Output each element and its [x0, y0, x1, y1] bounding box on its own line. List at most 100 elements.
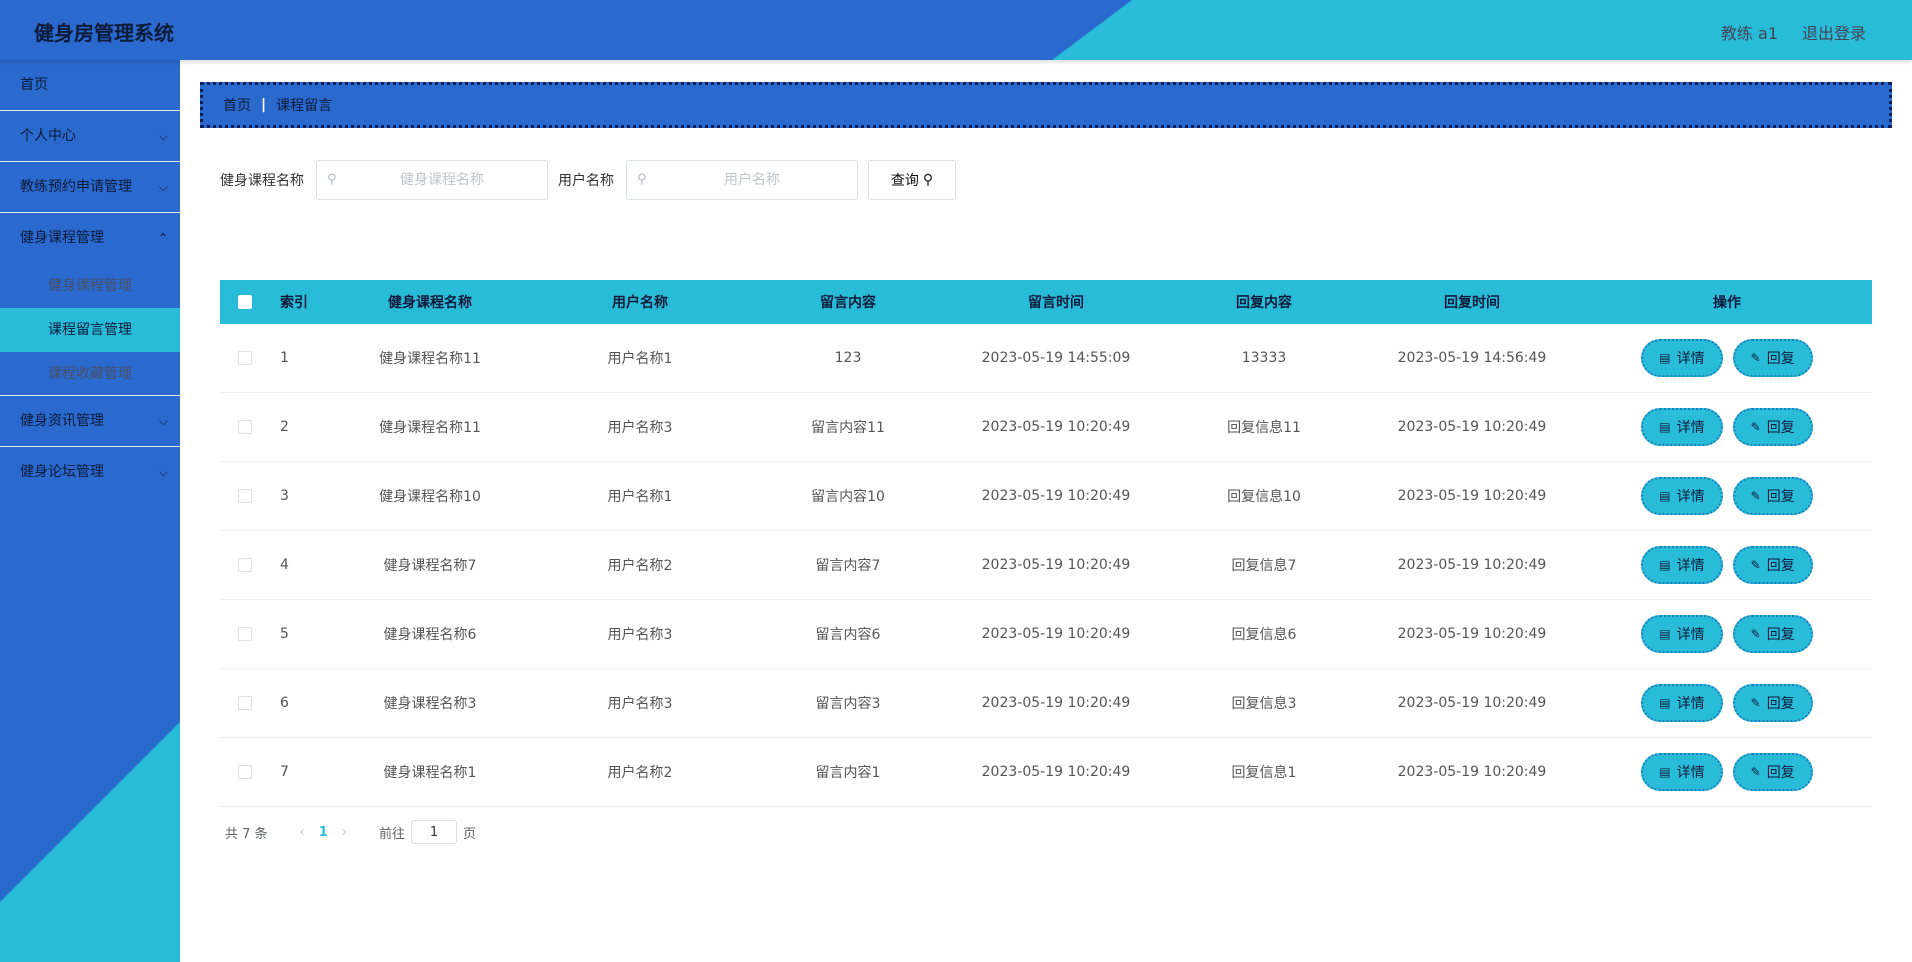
row-checkbox[interactable]	[238, 351, 252, 365]
sidebar-item-label: 健身论坛管理	[20, 464, 104, 480]
current-user: 教练 a1	[1720, 24, 1778, 43]
detail-button-label: 详情	[1676, 627, 1705, 643]
sidebar-item-news-management[interactable]: 健身资讯管理 ⌵	[0, 396, 180, 447]
row-actions: ▤ 详情 ✎ 回复	[1582, 753, 1872, 791]
row-reply-time: 2023-05-19 10:20:49	[1397, 419, 1547, 435]
edit-icon: ✎	[1750, 351, 1761, 365]
reply-button[interactable]: ✎ 回复	[1732, 684, 1813, 722]
document-icon: ▤	[1659, 351, 1671, 365]
header-content: 留言内容	[820, 295, 876, 311]
select-all-checkbox[interactable]	[238, 295, 252, 309]
header-user: 用户名称	[612, 295, 668, 311]
table-row: 2 健身课程名称11 用户名称3 留言内容11 2023-05-19 10:20:49 回…	[220, 393, 1872, 462]
row-reply: 回复信息1	[1231, 765, 1297, 781]
row-user: 用户名称1	[607, 489, 673, 505]
reply-button-label: 回复	[1766, 765, 1795, 781]
prev-page-icon[interactable]: ‹	[300, 825, 305, 840]
submenu-item-course-comments[interactable]: 课程留言管理	[0, 308, 180, 352]
detail-button[interactable]: ▤ 详情	[1641, 339, 1723, 377]
reply-button[interactable]: ✎ 回复	[1732, 339, 1813, 377]
reply-button[interactable]: ✎ 回复	[1732, 408, 1813, 446]
header-index: 索引	[280, 295, 308, 311]
sidebar-item-forum-management[interactable]: 健身论坛管理 ⌵	[0, 447, 180, 498]
submenu-item-course-list[interactable]: 健身课程管理	[0, 264, 180, 308]
row-time: 2023-05-19 10:20:49	[981, 764, 1131, 780]
logout-link[interactable]: 退出登录	[1802, 20, 1866, 44]
row-reply: 回复信息7	[1231, 558, 1297, 574]
breadcrumb-current: 课程留言	[276, 98, 333, 114]
reply-button-label: 回复	[1766, 489, 1795, 505]
sidebar-item-personal-center[interactable]: 个人中心 ⌵	[0, 111, 180, 162]
row-user: 用户名称3	[607, 696, 673, 712]
row-reply-time: 2023-05-19 10:20:49	[1397, 488, 1547, 504]
row-checkbox[interactable]	[238, 765, 252, 779]
reply-button[interactable]: ✎ 回复	[1732, 546, 1813, 584]
detail-button[interactable]: ▤ 详情	[1641, 615, 1723, 653]
row-checkbox[interactable]	[238, 627, 252, 641]
document-icon: ▤	[1659, 420, 1671, 434]
next-page-icon[interactable]: ›	[342, 825, 347, 840]
row-course: 健身课程名称3	[383, 696, 477, 712]
row-course: 健身课程名称11	[379, 420, 481, 436]
detail-button[interactable]: ▤ 详情	[1641, 753, 1723, 791]
row-actions: ▤ 详情 ✎ 回复	[1582, 408, 1872, 446]
row-course: 健身课程名称7	[383, 558, 477, 574]
edit-icon: ✎	[1750, 489, 1761, 503]
query-button[interactable]: 查询 ⚲	[868, 160, 956, 200]
row-index: 4	[280, 557, 289, 573]
sidebar-item-home[interactable]: 首页	[0, 60, 180, 111]
sidebar-item-label: 健身资讯管理	[20, 413, 104, 429]
row-checkbox[interactable]	[238, 696, 252, 710]
sidebar-item-course-management[interactable]: 健身课程管理 ⌃	[0, 213, 180, 264]
row-checkbox[interactable]	[238, 558, 252, 572]
row-content: 留言内容11	[811, 420, 885, 436]
table-row: 6 健身课程名称3 用户名称3 留言内容3 2023-05-19 10:20:49 回复信…	[220, 669, 1872, 738]
sidebar-item-label: 首页	[20, 77, 48, 93]
row-content: 留言内容1	[815, 765, 881, 781]
breadcrumb: 首页 | 课程留言	[200, 82, 1892, 128]
header-actions: 操作	[1713, 295, 1741, 311]
row-content: 留言内容10	[811, 489, 885, 505]
breadcrumb-home[interactable]: 首页	[223, 95, 251, 115]
chevron-up-icon: ⌃	[157, 231, 168, 245]
query-button-label: 查询	[890, 173, 919, 189]
row-reply-time: 2023-05-19 10:20:49	[1397, 695, 1547, 711]
table-row: 5 健身课程名称6 用户名称3 留言内容6 2023-05-19 10:20:49 回复信…	[220, 600, 1872, 669]
row-user: 用户名称3	[607, 420, 673, 436]
header-course: 健身课程名称	[388, 295, 472, 311]
course-name-input[interactable]	[317, 161, 547, 199]
detail-button[interactable]: ▤ 详情	[1641, 684, 1723, 722]
row-index: 6	[280, 695, 289, 711]
row-checkbox[interactable]	[238, 489, 252, 503]
row-course: 健身课程名称10	[379, 489, 481, 505]
table-body: 1 健身课程名称11 用户名称1 123 2023-05-19 14:55:09 1333…	[220, 324, 1872, 807]
chevron-down-icon: ⌵	[158, 129, 168, 143]
detail-button[interactable]: ▤ 详情	[1641, 546, 1723, 584]
reply-button[interactable]: ✎ 回复	[1732, 615, 1813, 653]
row-content: 留言内容6	[815, 627, 881, 643]
detail-button-label: 详情	[1676, 420, 1705, 436]
sidebar-item-coach-booking[interactable]: 教练预约申请管理 ⌵	[0, 162, 180, 213]
app-title: 健身房管理系统	[34, 21, 174, 45]
row-course: 健身课程名称1	[383, 765, 477, 781]
row-user: 用户名称3	[607, 627, 673, 643]
detail-button[interactable]: ▤ 详情	[1641, 477, 1723, 515]
edit-icon: ✎	[1750, 420, 1761, 434]
reply-button[interactable]: ✎ 回复	[1732, 753, 1813, 791]
row-checkbox[interactable]	[238, 420, 252, 434]
detail-button[interactable]: ▤ 详情	[1641, 408, 1723, 446]
search-icon: ⚲	[327, 172, 337, 187]
header-accent-shape	[1052, 0, 1912, 60]
user-name-input[interactable]	[627, 161, 857, 199]
reply-button[interactable]: ✎ 回复	[1732, 477, 1813, 515]
table-row: 3 健身课程名称10 用户名称1 留言内容10 2023-05-19 10:20:49 回…	[220, 462, 1872, 531]
goto-page-input[interactable]	[411, 820, 458, 844]
page-number[interactable]: 1	[319, 825, 328, 840]
row-time: 2023-05-19 10:20:49	[981, 626, 1131, 642]
chevron-down-icon: ⌵	[158, 465, 168, 479]
breadcrumb-separator: |	[261, 97, 267, 113]
row-reply-time: 2023-05-19 10:20:49	[1397, 626, 1547, 642]
submenu-item-course-favorites[interactable]: 课程收藏管理	[0, 352, 180, 396]
row-index: 3	[280, 488, 289, 504]
top-header: 健身房管理系统 教练 a1 退出登录	[0, 0, 1912, 60]
